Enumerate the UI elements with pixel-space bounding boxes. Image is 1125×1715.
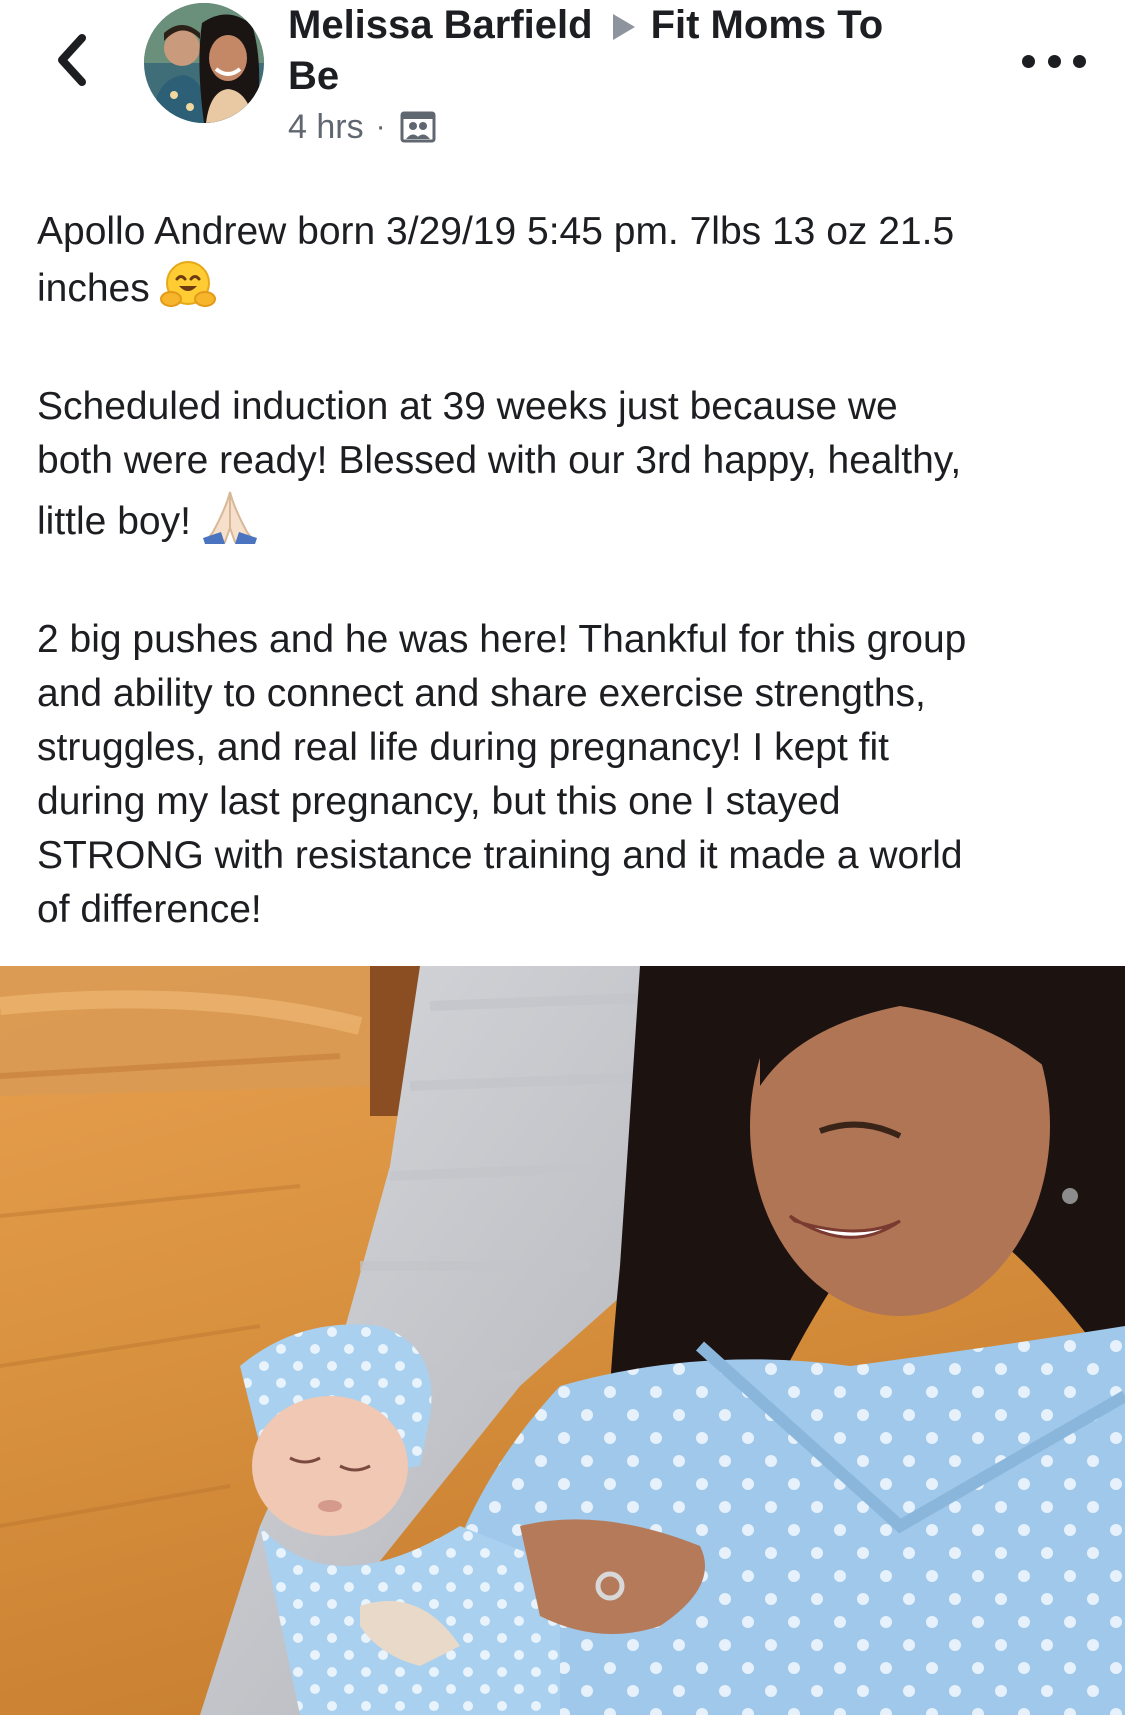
avatar[interactable] — [144, 3, 264, 123]
post-line: during my last pregnancy, but this one I… — [37, 780, 841, 823]
more-dot — [1073, 54, 1086, 68]
post-line: STRONG with resistance training and it m… — [37, 834, 963, 877]
chevron-left-icon[interactable] — [52, 32, 92, 88]
post-line-text: inches — [37, 267, 150, 310]
more-horizontal-icon — [1022, 54, 1035, 68]
post-line: and ability to connect and share exercis… — [37, 672, 926, 715]
group-name-link-continued[interactable]: Be — [288, 54, 339, 98]
post-title: Melissa Barfield Fit Moms To Be 4 hrs · — [288, 0, 988, 151]
more-dot — [1047, 54, 1061, 68]
author-name-link[interactable]: Melissa Barfield — [288, 3, 593, 47]
post-line-text: little boy! — [37, 500, 191, 543]
mother-holding-newborn-photo — [0, 966, 1125, 1715]
post-line: 2 big pushes and he was here! Thankful f… — [37, 618, 967, 661]
post-line: struggles, and real life during pregnanc… — [37, 726, 889, 769]
group-name-link[interactable]: Fit Moms To — [651, 3, 884, 47]
arrow-right-icon — [612, 14, 635, 40]
post-photo[interactable] — [0, 966, 1125, 1715]
post-line: of difference! — [37, 888, 262, 931]
post-line: Apollo Andrew born 3/29/19 5:45 pm. 7lbs… — [37, 210, 955, 253]
folded-hands-emoji-icon — [201, 488, 259, 559]
post-timestamp[interactable]: 4 hrs — [288, 108, 364, 147]
meta-separator: · — [375, 110, 386, 143]
post-line: both were ready! Blessed with our 3rd ha… — [37, 439, 962, 482]
post-body: Apollo Andrew born 3/29/19 5:45 pm. 7lbs… — [37, 205, 1097, 937]
post-meta: 4 hrs · — [288, 103, 988, 151]
more-options-button[interactable] — [1022, 46, 1086, 76]
post-line: little boy! — [37, 488, 1097, 559]
title-line-2: Be — [288, 51, 988, 102]
group-members-icon — [400, 111, 436, 143]
avatar-image — [144, 3, 264, 123]
back-button[interactable] — [46, 28, 98, 92]
post-header: Melissa Barfield Fit Moms To Be 4 hrs · — [0, 0, 1125, 160]
post-line: inches — [37, 259, 1097, 326]
hugging-face-emoji-icon — [159, 259, 216, 326]
title-line-1: Melissa Barfield Fit Moms To — [288, 0, 988, 51]
post-line: Scheduled induction at 39 weeks just bec… — [37, 385, 898, 428]
